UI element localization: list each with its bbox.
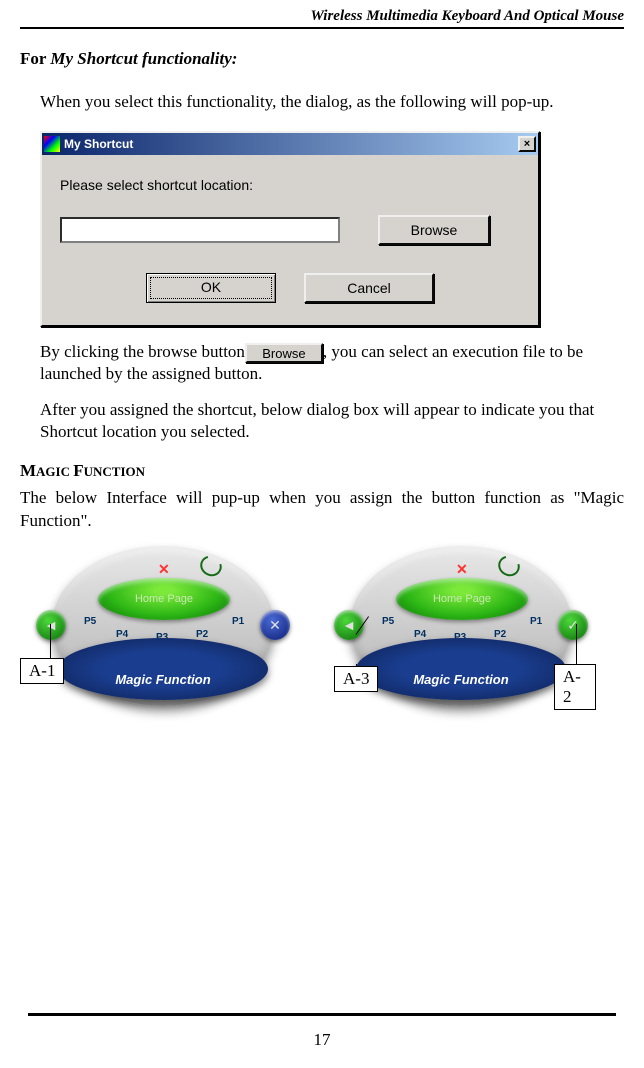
magic-paragraph: The below Interface will pup-up when you…	[20, 487, 624, 531]
heading-f: F	[73, 461, 83, 480]
intro-paragraph: When you select this functionality, the …	[40, 91, 624, 113]
left-arrow-knob[interactable]: ◄	[36, 610, 66, 640]
footer-rule	[28, 1013, 616, 1016]
header-title: Wireless Multimedia Keyboard And Optical…	[20, 8, 624, 25]
heading-unction: UNCTION	[84, 464, 145, 479]
magic-images-row: ✕ P5 P4 P3 P2 P1 Home Page Magic Functio…	[28, 546, 624, 731]
heading-agic: AGIC	[36, 464, 73, 479]
heading-m: M	[20, 461, 36, 480]
callout-a2: A-2	[554, 664, 596, 710]
header-rule	[20, 27, 624, 29]
p2-label: P2	[494, 629, 506, 640]
callout-a3: A-3	[334, 666, 378, 692]
p4-label: P4	[414, 629, 426, 640]
callout-line-a2	[576, 624, 577, 668]
home-page-button[interactable]: Home Page	[98, 578, 230, 620]
p5-label: P5	[382, 616, 394, 627]
dialog-title: My Shortcut	[64, 137, 514, 151]
close-icon[interactable]: ×	[518, 136, 536, 152]
p1-label: P1	[232, 616, 244, 627]
p5-label: P5	[84, 616, 96, 627]
dialog-input-row: Browse	[60, 215, 520, 245]
for-label: For	[20, 49, 50, 68]
magic-widget-right: ✕ P5 P4 P3 P2 P1 Home Page Magic Functio…	[326, 546, 596, 731]
blue-band	[58, 638, 268, 700]
inline-browse-button[interactable]: Browse	[245, 343, 323, 363]
home-page-label: Home Page	[135, 593, 193, 605]
my-shortcut-dialog: My Shortcut × Please select shortcut loc…	[40, 131, 540, 327]
right-x-knob[interactable]: ✕	[260, 610, 290, 640]
dialog-label: Please select shortcut location:	[60, 177, 520, 193]
x-icon: ✕	[158, 562, 170, 579]
callout-a1: A-1	[20, 658, 64, 684]
x-icon: ✕	[456, 562, 468, 579]
dialog-titlebar: My Shortcut ×	[42, 133, 538, 155]
right-check-knob[interactable]: ✓	[558, 610, 588, 640]
section-heading: For My Shortcut functionality:	[20, 49, 624, 69]
for-title: My Shortcut functionality:	[50, 49, 237, 68]
browse-paragraph: By clicking the browse buttonBrowse, you…	[40, 341, 624, 385]
after-paragraph: After you assigned the shortcut, below d…	[40, 399, 624, 443]
callout-line-a1	[50, 624, 51, 660]
magic-widget-left: ✕ P5 P4 P3 P2 P1 Home Page Magic Functio…	[28, 546, 298, 731]
magic-function-heading: MAGIC FUNCTION	[20, 461, 624, 481]
dialog-body: Please select shortcut location: Browse …	[42, 155, 538, 325]
dialog-button-row: OK Cancel	[60, 273, 520, 303]
home-page-button[interactable]: Home Page	[396, 578, 528, 620]
blue-band	[356, 638, 566, 700]
p4-label: P4	[116, 629, 128, 640]
cancel-button[interactable]: Cancel	[304, 273, 434, 303]
shortcut-location-input[interactable]	[60, 217, 340, 243]
left-arrow-knob[interactable]: ◄	[334, 610, 364, 640]
browse-para-before: By clicking the browse button	[40, 342, 245, 361]
windows-icon	[44, 136, 60, 152]
ok-button[interactable]: OK	[146, 273, 276, 303]
footer: 17	[28, 1013, 616, 1050]
home-page-label: Home Page	[433, 593, 491, 605]
p2-label: P2	[196, 629, 208, 640]
page-number: 17	[28, 1030, 616, 1050]
p1-label: P1	[530, 616, 542, 627]
browse-button[interactable]: Browse	[378, 215, 490, 245]
magic-function-label: Magic Function	[28, 672, 298, 687]
